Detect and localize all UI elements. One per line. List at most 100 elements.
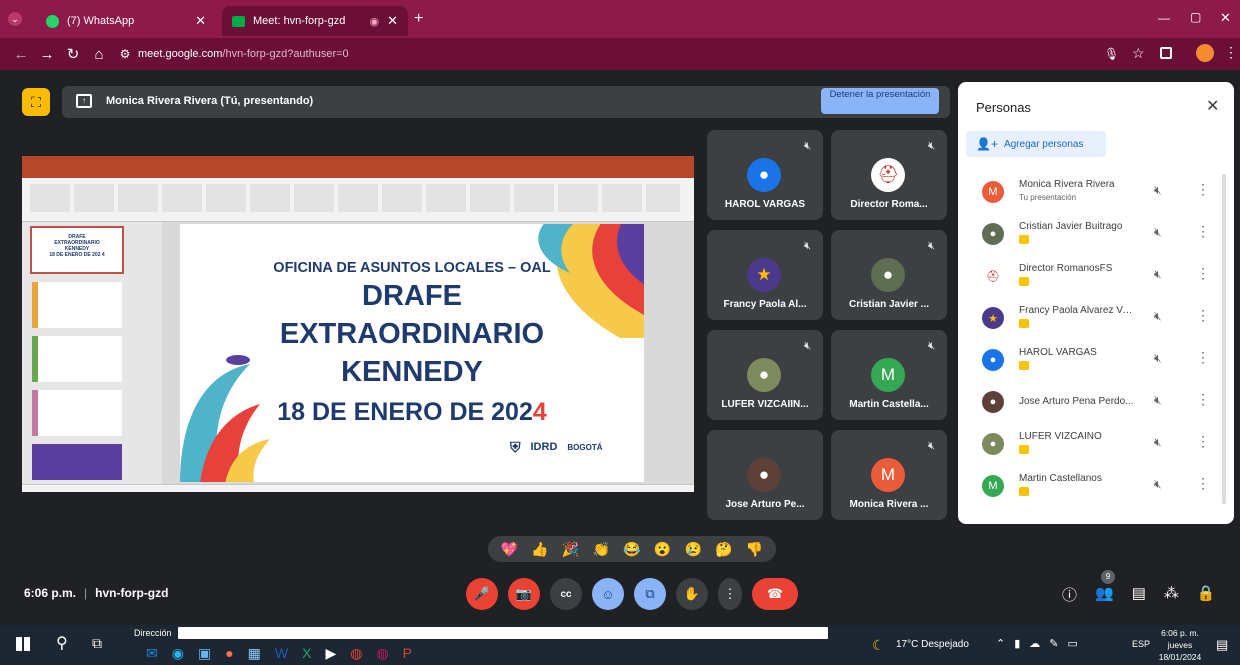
reactions-button[interactable]: ☺ <box>592 578 624 610</box>
participant-tile[interactable]: 🔇︎ ⛑ Director Roma... <box>831 130 947 220</box>
home-icon[interactable]: ⌂ <box>86 46 112 63</box>
participant-row[interactable]: ● HAROL VARGAS 🔇︎ ⋮ <box>976 343 1216 383</box>
more-options-icon[interactable]: ⋮ <box>1196 433 1210 450</box>
tab-close-icon[interactable]: ✕ <box>195 13 206 29</box>
reaction-laugh[interactable]: 😂 <box>623 541 640 558</box>
site-info-icon[interactable]: ⚙ <box>112 47 138 61</box>
info-icon[interactable]: ⓘ <box>1062 584 1077 605</box>
browser-menu-icon[interactable]: ⋮ <box>1224 44 1238 61</box>
taskbar-clock[interactable]: 6:06 p. m. jueves 18/01/2024 <box>1158 627 1202 663</box>
participant-row[interactable]: M Martin Castellanos 🔇︎ ⋮ <box>976 469 1216 509</box>
mic-off-icon[interactable]: 🔇︎ <box>1154 393 1162 408</box>
reaction-thumbs-down[interactable]: 👎 <box>746 541 763 558</box>
back-icon[interactable]: ← <box>8 46 34 63</box>
window-minimize-icon[interactable]: — <box>1158 11 1170 25</box>
stop-presenting-button[interactable]: Detener la presentación <box>821 88 939 114</box>
address-toolbar-input[interactable] <box>178 627 828 639</box>
excel-icon[interactable]: X <box>302 645 311 662</box>
photos-app-icon[interactable]: ▣ <box>198 645 211 662</box>
new-tab-button[interactable]: + <box>414 10 423 28</box>
captions-button[interactable]: cc <box>550 578 582 610</box>
reaction-sad[interactable]: 😢 <box>685 541 702 558</box>
reaction-party[interactable]: 🎉 <box>562 541 579 558</box>
mic-off-icon[interactable]: 🔇︎ <box>1154 267 1162 282</box>
participant-row[interactable]: ● LUFER VIZCAINO 🔇︎ ⋮ <box>976 427 1216 467</box>
tab-meet[interactable]: Meet: hvn-forp-gzd ◉ ✕ <box>222 6 408 36</box>
participant-tile[interactable]: 🔇︎ M Monica Rivera ... <box>831 430 947 520</box>
chrome-profile-icon[interactable]: ◍ <box>376 645 388 662</box>
tab-close-icon[interactable]: ✕ <box>387 13 398 29</box>
chrome-icon[interactable]: ◍ <box>350 645 362 662</box>
mic-off-icon[interactable]: 🔇︎ <box>1154 225 1162 240</box>
reaction-thinking[interactable]: 🤔 <box>715 541 732 558</box>
chat-icon[interactable]: ▤ <box>1132 584 1146 605</box>
mic-off-icon[interactable]: 🔇︎ <box>1154 477 1162 492</box>
reload-icon[interactable]: ↻ <box>60 45 86 63</box>
participant-row[interactable]: ★ Francy Paola Alvarez Ver... 🔇︎ ⋮ <box>976 301 1216 341</box>
people-icon[interactable]: 👥 9 <box>1095 570 1116 605</box>
edge-browser-icon[interactable]: ◉ <box>172 645 184 662</box>
tab-whatsapp[interactable]: (7) WhatsApp ✕ <box>36 6 216 36</box>
bookmark-star-icon[interactable]: ☆ <box>1132 45 1145 62</box>
participant-tile[interactable]: 🔇︎ ★ Francy Paola Al... <box>707 230 823 320</box>
more-options-icon[interactable]: ⋮ <box>1196 307 1210 324</box>
thumbnail-3[interactable] <box>32 336 122 382</box>
camera-toggle-button[interactable]: 📷 <box>508 578 540 610</box>
present-button[interactable]: ⧉ <box>634 578 666 610</box>
participant-tile[interactable]: 🔇︎ ● Cristian Javier ... <box>831 230 947 320</box>
participant-tile[interactable]: ● Jose Arturo Pe... <box>707 430 823 520</box>
more-options-icon[interactable]: ⋮ <box>1196 181 1210 198</box>
microphone-icon[interactable]: 🎙 <box>1104 47 1119 61</box>
keyboard-language[interactable]: ESP <box>1132 639 1150 649</box>
more-options-icon[interactable]: ⋮ <box>1196 475 1210 492</box>
mic-toggle-button[interactable]: 🎤 <box>466 578 498 610</box>
tab-search-icon[interactable]: ⌄ <box>8 12 22 26</box>
windows-start-icon[interactable] <box>16 637 30 651</box>
more-options-icon[interactable]: ⋮ <box>1196 223 1210 240</box>
more-options-icon[interactable]: ⋮ <box>1196 391 1210 408</box>
host-controls-icon[interactable]: 🔒 <box>1197 584 1216 605</box>
media-player-icon[interactable]: ▶ <box>325 645 336 662</box>
firefox-icon[interactable]: ● <box>225 645 233 662</box>
window-restore-icon[interactable]: ▢ <box>1190 10 1201 24</box>
participant-row[interactable]: ● Cristian Javier Buitrago 🔇︎ ⋮ <box>976 217 1216 257</box>
task-view-icon[interactable]: ⧉ <box>92 635 102 652</box>
search-icon[interactable]: ⚲ <box>56 633 68 653</box>
panel-scrollbar[interactable] <box>1222 174 1226 504</box>
leave-call-button[interactable]: ☎ <box>752 578 798 610</box>
reaction-surprised[interactable]: 😮 <box>654 541 671 558</box>
thumbnail-2[interactable] <box>32 282 122 328</box>
more-options-button[interactable]: ⋮ <box>718 578 742 610</box>
sidebar-icon[interactable] <box>1160 47 1172 59</box>
profile-avatar[interactable] <box>1196 44 1214 62</box>
mail-app-icon[interactable]: ✉ <box>146 645 158 662</box>
store-icon[interactable]: ▦ <box>248 645 261 662</box>
reaction-heart[interactable]: 💖 <box>501 541 518 558</box>
forward-icon[interactable]: → <box>34 46 60 63</box>
participant-row[interactable]: ● Jose Arturo Pena Perdo... 🔇︎ ⋮ <box>976 385 1216 425</box>
participant-tile[interactable]: 🔇︎ M Martin Castella... <box>831 330 947 420</box>
reaction-thumbs-up[interactable]: 👍 <box>531 541 548 558</box>
powerpoint-icon[interactable]: P <box>403 645 412 662</box>
reaction-clap[interactable]: 👏 <box>593 541 610 558</box>
mic-off-icon[interactable]: 🔇︎ <box>1154 351 1162 366</box>
notifications-icon[interactable]: ▤ <box>1216 637 1228 653</box>
participant-row[interactable]: M Monica Rivera Rivera Tu presentación 🔇… <box>976 175 1216 215</box>
weather-text[interactable]: 17°C Despejado <box>896 639 969 650</box>
more-options-icon[interactable]: ⋮ <box>1196 265 1210 282</box>
mic-off-icon[interactable]: 🔇︎ <box>1154 309 1162 324</box>
thumbnail-5[interactable] <box>32 444 122 480</box>
tray-icons[interactable]: ⌃▮☁✎▭ <box>996 637 1087 650</box>
mic-off-icon[interactable]: 🔇︎ <box>1154 183 1162 198</box>
participant-row[interactable]: ⛑ Director RomanosFS 🔇︎ ⋮ <box>976 259 1216 299</box>
thumbnail-4[interactable] <box>32 390 122 436</box>
word-icon[interactable]: W <box>275 645 288 662</box>
participant-tile[interactable]: 🔇︎ ● HAROL VARGAS <box>707 130 823 220</box>
thumbnail-1[interactable]: DRAFE EXTRAORDINARIO KENNEDY 18 DE ENERO… <box>30 226 124 274</box>
raise-hand-button[interactable]: ✋ <box>676 578 708 610</box>
participant-tile[interactable]: 🔇︎ ● LUFER VIZCAIIN... <box>707 330 823 420</box>
close-panel-icon[interactable]: ✕ <box>1206 96 1219 116</box>
activities-icon[interactable]: ⁂ <box>1164 584 1179 605</box>
mic-off-icon[interactable]: 🔇︎ <box>1154 435 1162 450</box>
add-people-button[interactable]: 👤+ Agregar personas <box>966 131 1106 157</box>
